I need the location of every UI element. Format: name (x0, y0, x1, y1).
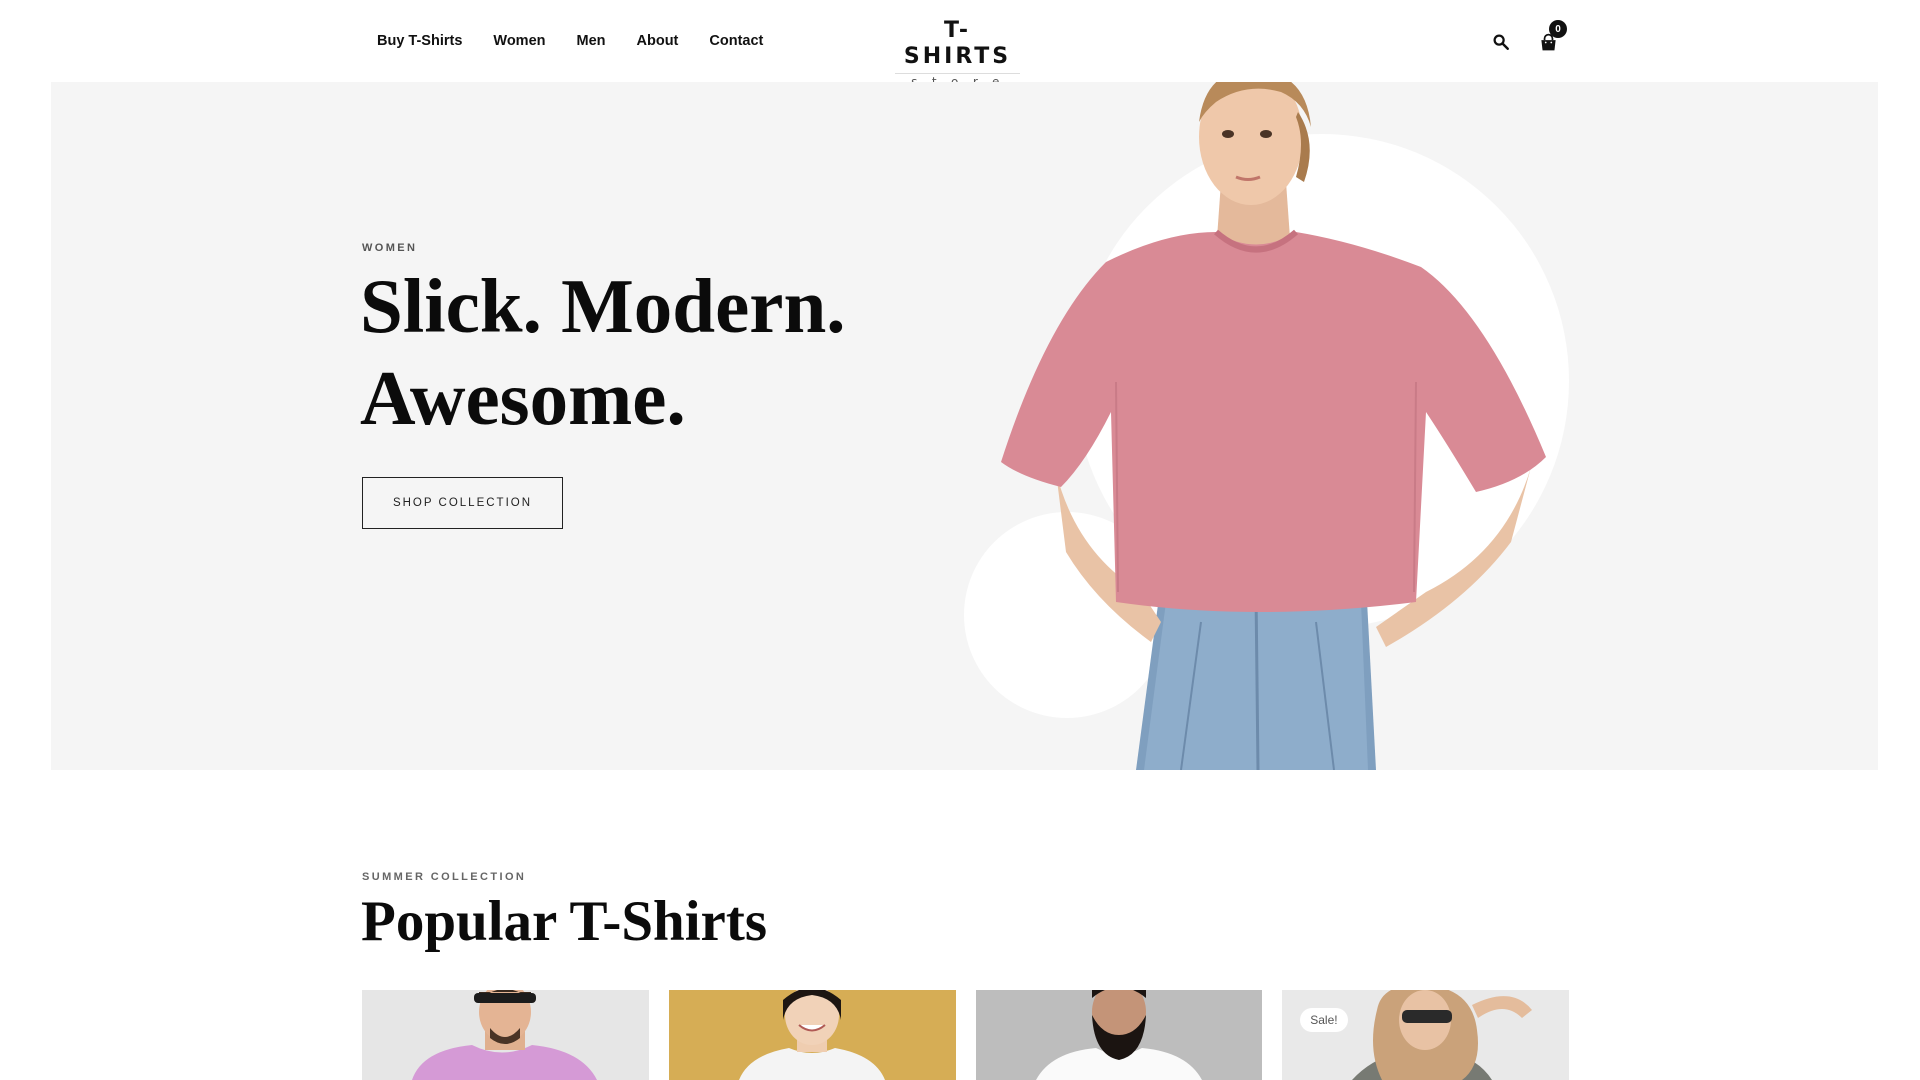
sale-badge: Sale! (1300, 1008, 1348, 1032)
shop-collection-button[interactable]: SHOP COLLECTION (362, 477, 563, 529)
cart-count-badge: 0 (1549, 20, 1567, 38)
nav-link-women[interactable]: Women (493, 33, 545, 49)
hero-model-image (1001, 82, 1546, 770)
nav-link-men[interactable]: Men (577, 33, 606, 49)
site-header: Buy T-Shirts Women Men About Contact T-S… (0, 0, 1920, 89)
hero-banner: WOMEN Slick. Modern. Awesome. SHOP COLLE… (51, 82, 1878, 770)
hero-eyebrow: WOMEN (362, 242, 418, 254)
nav-link-buy-tshirts[interactable]: Buy T-Shirts (377, 33, 462, 49)
header-icons: 0 (1488, 20, 1567, 62)
site-logo[interactable]: T-SHIRTS store (895, 18, 1020, 89)
nav-link-about[interactable]: About (637, 33, 679, 49)
section-title: Popular T-Shirts (361, 890, 768, 953)
cart-button[interactable]: 0 (1535, 20, 1567, 55)
nav-link-contact[interactable]: Contact (709, 33, 763, 49)
product-image (975, 990, 1263, 1080)
product-image (362, 990, 649, 1080)
logo-main-text: T-SHIRTS (903, 18, 1012, 69)
hero-title-line-1: Slick. Modern. (360, 263, 846, 349)
product-grid: Sale! (362, 990, 1569, 1080)
product-image (668, 990, 956, 1080)
search-icon (1493, 34, 1509, 50)
hero-title-line-2: Awesome. (360, 355, 686, 441)
section-eyebrow: SUMMER COLLECTION (362, 871, 527, 883)
product-card[interactable] (668, 990, 956, 1080)
product-card[interactable] (362, 990, 649, 1080)
product-image (1282, 990, 1569, 1080)
search-button[interactable] (1488, 29, 1514, 55)
product-card[interactable] (975, 990, 1263, 1080)
product-card[interactable]: Sale! (1282, 990, 1569, 1080)
hero-title: Slick. Modern. Awesome. (360, 260, 920, 444)
main-nav: Buy T-Shirts Women Men About Contact (377, 0, 794, 82)
